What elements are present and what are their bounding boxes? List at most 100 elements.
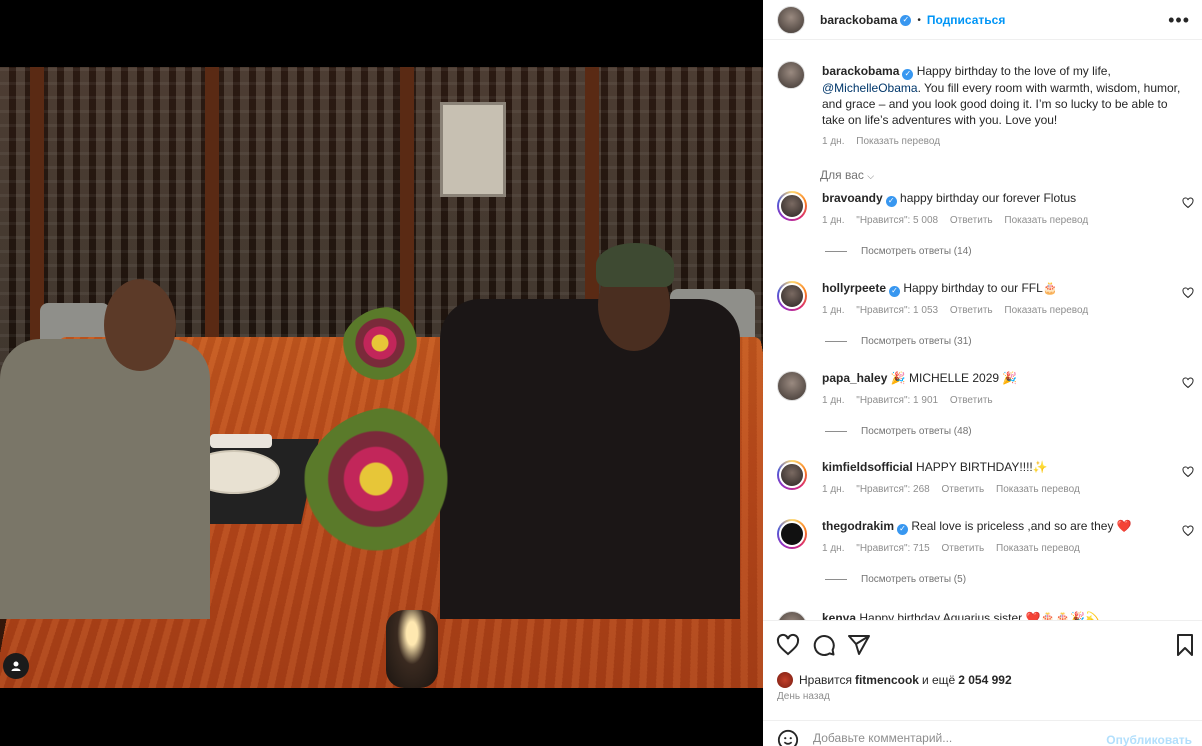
comment-username[interactable]: thegodrakim [822,519,894,533]
comment-input[interactable] [813,731,1093,745]
liker-avatar [777,672,793,688]
napkin [210,434,272,448]
translate-link[interactable]: Показать перевод [1004,215,1088,226]
user-tag-icon [11,661,21,671]
post-photo[interactable] [0,67,763,688]
headscarf [596,243,674,287]
wall-unit [440,102,506,197]
comment-likes[interactable]: "Нравится": 1 901 [856,395,938,406]
caption-avatar[interactable] [777,61,805,89]
comment-body: hollyrpeete ✓ Happy birthday to our FFL🎂 [822,281,1152,297]
reply-button[interactable]: Ответить [942,484,985,495]
flowers-large [300,407,490,587]
view-replies-button[interactable]: Посмотреть ответы (31) [825,336,972,347]
comment-username[interactable]: bravoandy [822,191,883,205]
comment-text: Happy birthday Aquarius sister ❤️🎂🎂🎉💫 [859,611,1101,620]
liker-username[interactable]: fitmencook [855,673,919,687]
verified-icon: ✓ [897,523,909,535]
comment-avatar[interactable] [777,191,807,221]
verified-icon: ✓ [902,68,914,80]
caption-meta: 1 дн. Показать перевод [822,134,1182,150]
user-tag-button[interactable] [3,653,29,679]
comment-meta: 1 дн. "Нравится": 1 053 Ответить Показат… [822,305,1097,316]
view-replies-button[interactable]: Посмотреть ответы (5) [825,574,966,585]
more-icon[interactable]: ••• [1168,10,1190,31]
caption-username[interactable]: barackobama [822,64,899,78]
comment-avatar[interactable] [777,281,807,311]
reply-button[interactable]: Ответить [950,305,993,316]
person-right-body [440,299,740,619]
comment-text: 🎉 MICHELLE 2029 🎉 [890,371,1018,385]
comment-avatar[interactable] [777,611,807,620]
comment-body: thegodrakim ✓ Real love is priceless ,and… [822,519,1152,535]
comment-username[interactable]: hollyrpeete [822,281,886,295]
post-caption: barackobama ✓ Happy birthday to the love … [822,63,1182,150]
caption-time: 1 дн. [822,135,845,147]
caption-translate-link[interactable]: Показать перевод [856,136,940,147]
likes-suffix: и ещё [921,673,956,687]
post-sidebar: barackobama ✓ • Подписаться ••• barackob… [763,0,1202,746]
heart-icon[interactable] [1182,197,1194,209]
comment-sort-label: Для вас [820,168,864,182]
comment-body: kenya Happy birthday Aquarius sister ❤️🎂… [822,611,1152,620]
comment-meta: 1 дн. "Нравится": 268 Ответить Показать … [822,484,1089,495]
comment-username[interactable]: kenya [822,611,856,620]
publish-button[interactable]: Опубликовать [1106,733,1192,746]
caption-mention[interactable]: @MichelleObama [822,81,918,95]
comment-meta: 1 дн. "Нравится": 5 008 Ответить Показат… [822,215,1097,226]
comments-scroll[interactable]: barackobama ✓ Happy birthday to the love … [763,48,1202,620]
reply-button[interactable]: Ответить [950,395,993,406]
translate-link[interactable]: Показать перевод [996,543,1080,554]
reply-button[interactable]: Ответить [950,215,993,226]
emoji-icon[interactable] [777,729,799,746]
comment-avatar[interactable] [777,519,807,549]
comment-text: happy birthday our forever Flotus [900,191,1077,205]
share-icon[interactable] [847,633,871,657]
translate-link[interactable]: Показать перевод [1004,305,1088,316]
post-media [0,0,763,746]
comment-time: 1 дн. [822,215,845,226]
comment-avatar[interactable] [777,460,807,490]
comment-text: Happy birthday to our FFL🎂 [903,281,1058,295]
verified-icon: ✓ [889,285,901,297]
comment-likes[interactable]: "Нравится": 1 053 [856,305,938,316]
author-username[interactable]: barackobama [820,13,897,27]
translate-link[interactable]: Показать перевод [996,484,1080,495]
comment-time: 1 дн. [822,543,845,554]
comment-likes[interactable]: "Нравится": 715 [856,543,929,554]
comment-body: kimfieldsofficial HAPPY BIRTHDAY!!!!✨ [822,460,1152,474]
likes-summary[interactable]: Нравится fitmencook и ещё 2 054 992 [777,672,1015,688]
view-replies-button[interactable]: Посмотреть ответы (48) [825,426,972,437]
add-comment-bar: Опубликовать [763,720,1202,746]
comment-meta: 1 дн. "Нравится": 1 901 Ответить [822,395,1002,406]
likes-prefix: Нравится [799,673,852,687]
author-avatar[interactable] [777,6,805,34]
follow-button[interactable]: Подписаться [927,13,1005,27]
comment-username[interactable]: kimfieldsofficial [822,460,913,474]
comment-time: 1 дн. [822,484,845,495]
post-time-ago: День назад [777,691,830,702]
person-left-body [0,339,210,619]
flowers-small [340,307,440,397]
comment-meta: 1 дн. "Нравится": 715 Ответить Показать … [822,543,1089,554]
post-actions: Нравится fitmencook и ещё 2 054 992 День… [763,620,1202,712]
view-replies-button[interactable]: Посмотреть ответы (14) [825,246,972,257]
comment-text: HAPPY BIRTHDAY!!!!✨ [916,460,1048,474]
comment-icon[interactable] [812,633,836,657]
heart-icon[interactable] [1182,466,1194,478]
comment-likes[interactable]: "Нравится": 5 008 [856,215,938,226]
comment-body: bravoandy ✓ happy birthday our forever Fl… [822,191,1152,207]
heart-icon[interactable] [1182,377,1194,389]
comment-likes[interactable]: "Нравится": 268 [856,484,929,495]
verified-icon: ✓ [885,195,897,207]
comment-sort-dropdown[interactable]: Для вас ⌵ [820,168,874,182]
likes-count[interactable]: 2 054 992 [958,673,1011,687]
comment-username[interactable]: papa_haley [822,371,887,385]
separator: • [917,14,921,26]
bookmark-icon[interactable] [1173,633,1197,657]
heart-icon[interactable] [1182,525,1194,537]
comment-avatar[interactable] [777,371,807,401]
reply-button[interactable]: Ответить [942,543,985,554]
heart-icon[interactable] [1182,287,1194,299]
heart-icon[interactable] [776,633,800,657]
